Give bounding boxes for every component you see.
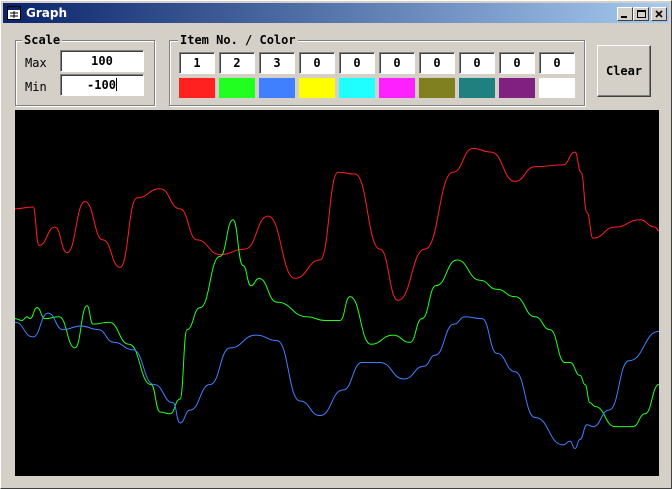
item-color-swatch[interactable] [499,78,535,98]
item-number-field[interactable]: 0 [379,52,415,74]
series-line [15,312,659,450]
item-color-swatch[interactable] [339,78,375,98]
series-line [15,147,659,301]
item-color-swatch[interactable] [299,78,335,98]
item-number-field[interactable]: 2 [219,52,255,74]
scale-legend: Scale [22,32,63,48]
item-number-field[interactable]: 0 [459,52,495,74]
item-color-swatch[interactable] [459,78,495,98]
item-number-field[interactable]: 0 [339,52,375,74]
item-color-swatch[interactable] [419,78,455,98]
item-number-field[interactable]: 0 [499,52,535,74]
min-value: -100 [87,78,116,92]
series-line [15,219,659,428]
window-icon[interactable] [7,6,21,20]
graph-window: Graph Scale Max 100 Min -100 Item No. / … [0,0,672,489]
maximize-icon [637,10,646,18]
close-button[interactable] [651,7,667,21]
item-number-field[interactable]: 1 [179,52,215,74]
title-bar[interactable]: Graph [3,3,669,23]
minimize-icon [621,16,627,18]
item-color-legend: Item No. / Color [178,32,298,48]
item-color-swatch[interactable] [379,78,415,98]
minimize-button[interactable] [617,7,633,21]
max-input[interactable]: 100 [60,50,144,72]
item-color-swatch[interactable] [219,78,255,98]
item-number-field[interactable]: 0 [299,52,335,74]
min-label: Min [25,80,47,94]
item-number-field[interactable]: 0 [539,52,575,74]
item-color-swatch[interactable] [259,78,295,98]
close-icon [655,10,663,18]
max-label: Max [25,56,47,70]
item-color-swatch[interactable] [539,78,575,98]
text-cursor [115,78,117,91]
window-title: Graph [26,6,67,20]
item-number-field[interactable]: 3 [259,52,295,74]
graph-plot [15,110,659,476]
clear-button[interactable]: Clear [597,45,651,97]
maximize-button[interactable] [633,7,649,21]
item-number-field[interactable]: 0 [419,52,455,74]
min-input[interactable]: -100 [60,74,144,96]
item-color-swatch[interactable] [179,78,215,98]
